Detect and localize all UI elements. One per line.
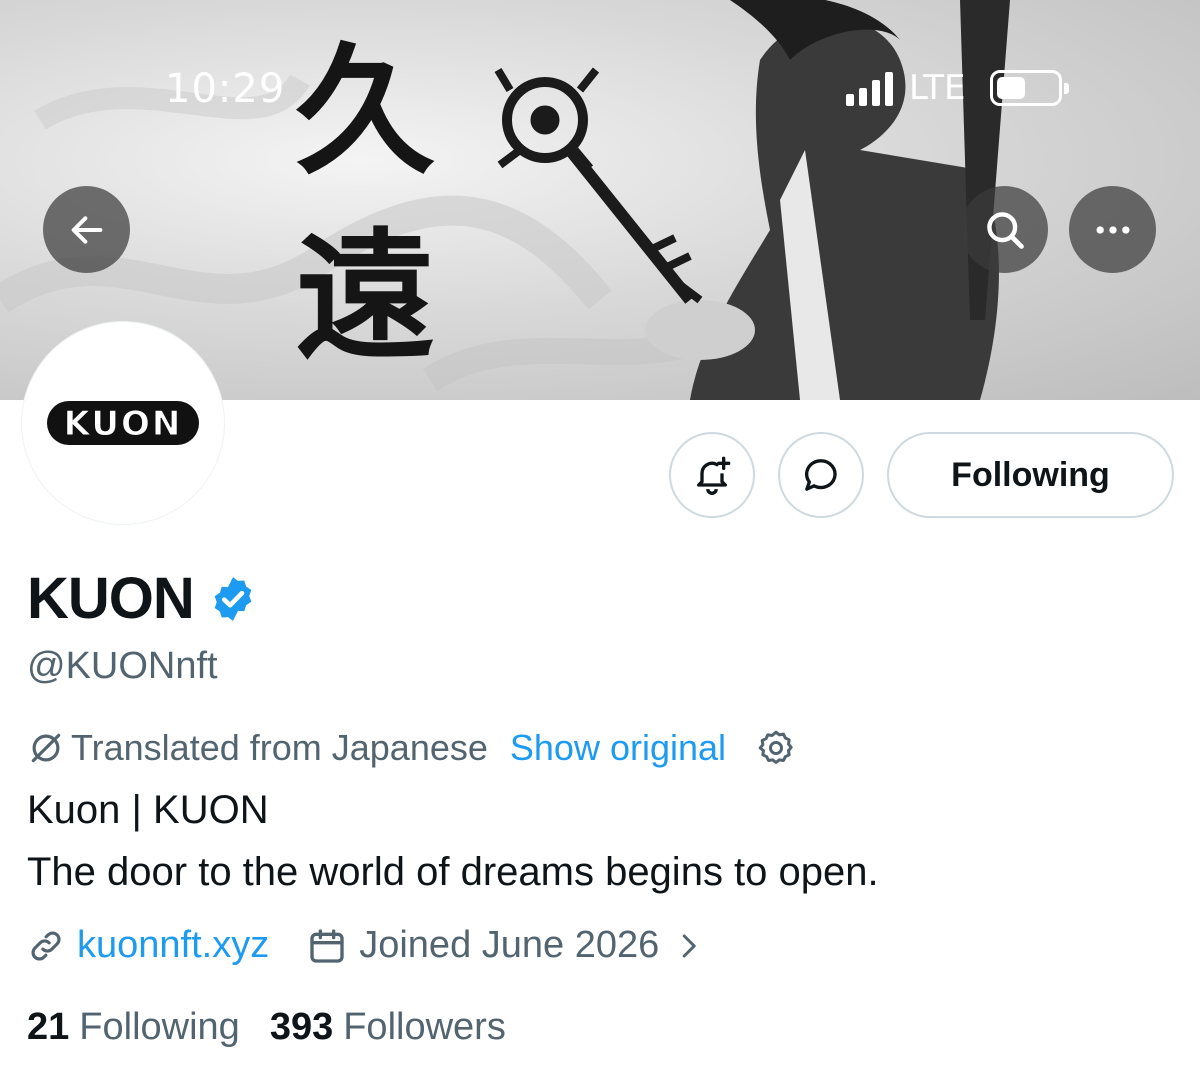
arrow-left-icon: [71, 215, 102, 244]
network-label: LTE: [909, 68, 966, 108]
profile-meta-row: kuonnft.xyz Joined June 2026: [27, 924, 703, 967]
battery-icon: [989, 70, 1069, 106]
kuon-logo: KUON: [47, 401, 199, 445]
following-stat[interactable]: 21 Following: [27, 1006, 240, 1049]
follow-stats: 21 Following 393 Followers: [27, 1006, 506, 1049]
back-button[interactable]: [43, 186, 130, 273]
bio-line: Kuon | KUON: [27, 788, 269, 832]
banner-calligraphy-2: 遠: [295, 215, 435, 379]
display-name-row: KUON: [27, 565, 258, 632]
more-options-button[interactable]: [1069, 186, 1156, 273]
message-bubble-icon: [804, 459, 837, 491]
bell-plus-icon: [697, 456, 731, 495]
search-icon: [986, 211, 1024, 249]
translation-row: Translated from Japanese Show original: [27, 727, 796, 769]
translation-settings-button[interactable]: [756, 728, 796, 768]
link-icon: [31, 931, 61, 960]
notifications-button[interactable]: [669, 432, 755, 518]
display-name: KUON: [27, 566, 195, 631]
chevron-right-icon[interactable]: [673, 931, 703, 961]
status-time: 10:29: [165, 66, 286, 112]
followers-count: 393: [269, 1006, 334, 1048]
translated-label: Translated from Japanese: [71, 727, 488, 768]
following-button[interactable]: Following: [887, 432, 1174, 518]
more-horizontal-icon: [1096, 225, 1129, 234]
joined-date[interactable]: Joined June 2026: [359, 924, 659, 967]
user-handle: @KUONnft: [27, 645, 218, 687]
svg-text:KUON: KUON: [64, 404, 183, 444]
gear-icon: [758, 730, 793, 764]
translate-icon: [31, 733, 61, 763]
calendar-icon: [307, 926, 347, 966]
website-link[interactable]: kuonnft.xyz: [77, 924, 269, 967]
message-button[interactable]: [778, 432, 864, 518]
show-original-link[interactable]: Show original: [510, 727, 726, 769]
following-label: Following: [79, 1006, 240, 1048]
bio-line: The door to the world of dreams begins t…: [27, 850, 879, 894]
status-indicators: LTE: [846, 68, 1069, 108]
followers-label: Followers: [343, 1006, 506, 1048]
verified-badge-icon[interactable]: [208, 574, 258, 624]
followers-stat[interactable]: 393 Followers: [270, 1006, 506, 1049]
following-count: 21: [27, 1006, 70, 1048]
profile-avatar[interactable]: KUON: [22, 322, 224, 524]
search-button[interactable]: [961, 186, 1048, 273]
signal-icon: [846, 70, 893, 106]
banner-calligraphy-1: 久: [295, 30, 435, 194]
